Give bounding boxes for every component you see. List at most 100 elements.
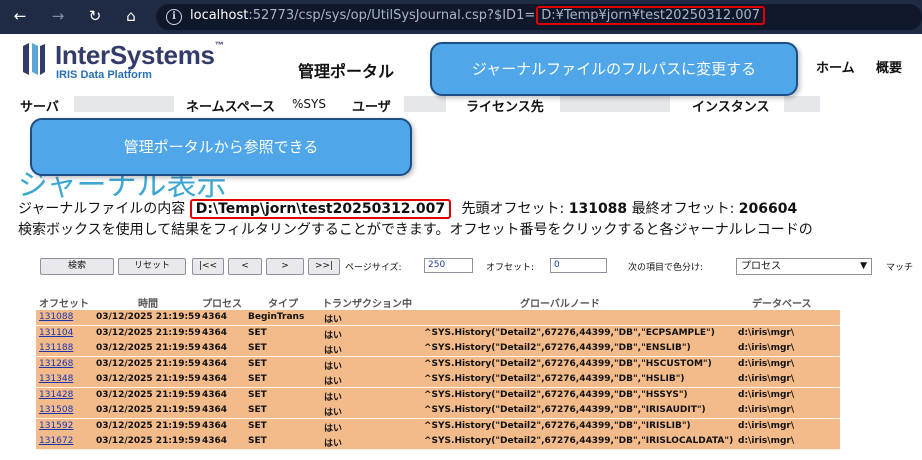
first-offset-value: 131088: [568, 201, 628, 217]
col-header-time[interactable]: 時間: [138, 295, 158, 310]
table-row: 131672 03/12/2025 21:19:59 4364 SET はい ^SYS.H…: [36, 434, 840, 450]
offset-link[interactable]: 131428: [39, 390, 73, 400]
offset-link[interactable]: 131104: [39, 328, 73, 338]
table-row: 131088 03/12/2025 21:19:59 4364 BeginTrans は…: [36, 310, 840, 326]
database-cell: d:\iris\mgr\: [738, 405, 795, 415]
filter-hint: 検索ボックスを使用して結果をフィルタリングすることができます。オフセット番号をク…: [18, 222, 813, 238]
first-page-button[interactable]: |<<: [192, 258, 224, 275]
col-header-offset[interactable]: オフセット: [39, 295, 89, 310]
database-cell: d:\iris\mgr\: [738, 343, 795, 353]
reload-icon[interactable]: ↻: [85, 6, 105, 26]
address-bar[interactable]: i localhost:52773/csp/sys/op/UtilSysJour…: [156, 4, 922, 30]
time-cell: 03/12/2025 21:19:59: [96, 327, 201, 338]
database-cell: d:\iris\mgr\: [738, 374, 795, 384]
last-offset-label: 最終オフセット:: [631, 201, 735, 217]
logo-text: InterSystems: [55, 40, 215, 70]
callout-change-path: ジャーナルファイルのフルパスに変更する: [430, 42, 798, 96]
portal-title: 管理ポータル: [298, 62, 395, 81]
intersystems-logo-icon: [23, 43, 45, 75]
match-label: マッチ: [886, 263, 914, 273]
time-cell: 03/12/2025 21:19:59: [96, 389, 201, 400]
process-cell: 4364: [202, 358, 228, 369]
user-value-redacted: [404, 96, 446, 112]
process-cell: 4364: [202, 312, 228, 322]
license-value-redacted: [560, 96, 670, 112]
time-cell: 03/12/2025 21:19:59: [96, 374, 201, 384]
process-cell: 4364: [202, 327, 228, 338]
process-cell: 4364: [202, 436, 228, 446]
table-header: オフセット 時間 プロセス タイプ トランザクション中 グローバルノード データ…: [36, 293, 840, 310]
url-host: localhost: [190, 8, 249, 23]
offset-link[interactable]: 131268: [39, 359, 73, 369]
home-link[interactable]: ホーム: [816, 57, 855, 76]
table-row: 131104 03/12/2025 21:19:59 4364 SET はい ^SYS.H…: [36, 325, 840, 342]
col-header-in-transaction[interactable]: トランザクション中: [322, 295, 412, 310]
in-transaction-cell: はい: [324, 408, 343, 418]
in-transaction-cell: はい: [324, 377, 343, 387]
in-transaction-cell: はい: [324, 330, 343, 341]
offset-link[interactable]: 131088: [39, 312, 73, 322]
col-header-type[interactable]: タイプ: [268, 295, 298, 310]
info-icon[interactable]: i: [166, 9, 182, 25]
callout-portal-reference: 管理ポータルから参照できる: [30, 118, 412, 176]
namespace-value: %SYS: [292, 97, 326, 111]
type-cell: SET: [248, 358, 267, 369]
namespace-label: ネームスペース: [186, 100, 276, 115]
browser-toolbar: ← → ↻ ⌂ i localhost:52773/csp/sys/op/Uti…: [0, 0, 922, 34]
type-cell: SET: [248, 374, 267, 384]
color-by-value: プロセス: [741, 261, 781, 272]
url-text: localhost:52773/csp/sys/op/UtilSysJourna…: [190, 6, 766, 25]
global-node-cell: ^SYS.History("Detail2",67276,44399,"DB",…: [424, 436, 734, 446]
home-icon[interactable]: ⌂: [121, 6, 141, 26]
reset-button[interactable]: リセット: [118, 258, 186, 275]
back-arrow-icon[interactable]: ←: [10, 6, 30, 26]
time-cell: 03/12/2025 21:19:59: [96, 312, 201, 322]
database-cell: d:\iris\mgr\: [738, 327, 795, 338]
col-header-database[interactable]: データベース: [752, 295, 812, 310]
url-path: :52773/csp/sys/op/UtilSysJournal.csp?$ID…: [248, 8, 536, 23]
type-cell: SET: [248, 343, 267, 353]
url-journal-param: D:¥Temp¥jorn¥test20250312.007: [536, 6, 766, 25]
process-cell: 4364: [202, 405, 228, 415]
color-by-select[interactable]: プロセス ▼: [736, 258, 872, 275]
chevron-down-icon: ▼: [860, 261, 867, 271]
database-cell: d:\iris\mgr\: [738, 389, 795, 400]
page-size-input[interactable]: 250: [424, 258, 473, 273]
in-transaction-cell: はい: [324, 392, 343, 403]
type-cell: SET: [248, 420, 267, 431]
table-row: 131428 03/12/2025 21:19:59 4364 SET はい ^SYS.H…: [36, 387, 840, 404]
time-cell: 03/12/2025 21:19:59: [96, 343, 201, 353]
search-button[interactable]: 検索: [40, 258, 114, 275]
time-cell: 03/12/2025 21:19:59: [96, 358, 201, 369]
col-header-process[interactable]: プロセス: [202, 295, 242, 310]
process-cell: 4364: [202, 389, 228, 400]
in-transaction-cell: はい: [324, 346, 343, 356]
in-transaction-cell: はい: [324, 423, 343, 434]
offset-link[interactable]: 131188: [39, 343, 73, 353]
logo-trademark: ™: [214, 40, 224, 50]
type-cell: SET: [248, 405, 267, 415]
in-transaction-cell: はい: [324, 361, 343, 372]
in-transaction-cell: はい: [324, 439, 343, 449]
global-node-cell: ^SYS.History("Detail2",67276,44399,"DB",…: [424, 405, 706, 415]
time-cell: 03/12/2025 21:19:59: [96, 420, 201, 431]
about-link[interactable]: 概要: [876, 57, 902, 76]
color-by-label: 次の項目で色分け:: [628, 263, 704, 273]
journal-file-path: D:\Temp\jorn\test20250312.007: [189, 199, 452, 219]
prev-page-button[interactable]: <: [228, 258, 262, 275]
last-offset-value: 206604: [738, 201, 798, 217]
type-cell: BeginTrans: [248, 312, 305, 322]
offset-link[interactable]: 131672: [39, 436, 73, 446]
global-node-cell: ^SYS.History("Detail2",67276,44399,"DB",…: [424, 389, 688, 400]
offset-input[interactable]: 0: [550, 258, 607, 273]
logo-subtitle: IRIS Data Platform: [56, 69, 152, 81]
forward-arrow-icon[interactable]: →: [48, 6, 68, 26]
offset-link[interactable]: 131508: [39, 405, 73, 415]
license-label: ライセンス先: [466, 100, 544, 115]
last-page-button[interactable]: >>|: [308, 258, 340, 275]
offset-link[interactable]: 131348: [39, 374, 73, 384]
col-header-global-node[interactable]: グローバルノード: [520, 295, 600, 310]
offset-link[interactable]: 131592: [39, 421, 73, 431]
next-page-button[interactable]: >: [266, 258, 304, 275]
user-label: ユーザ: [352, 100, 391, 115]
